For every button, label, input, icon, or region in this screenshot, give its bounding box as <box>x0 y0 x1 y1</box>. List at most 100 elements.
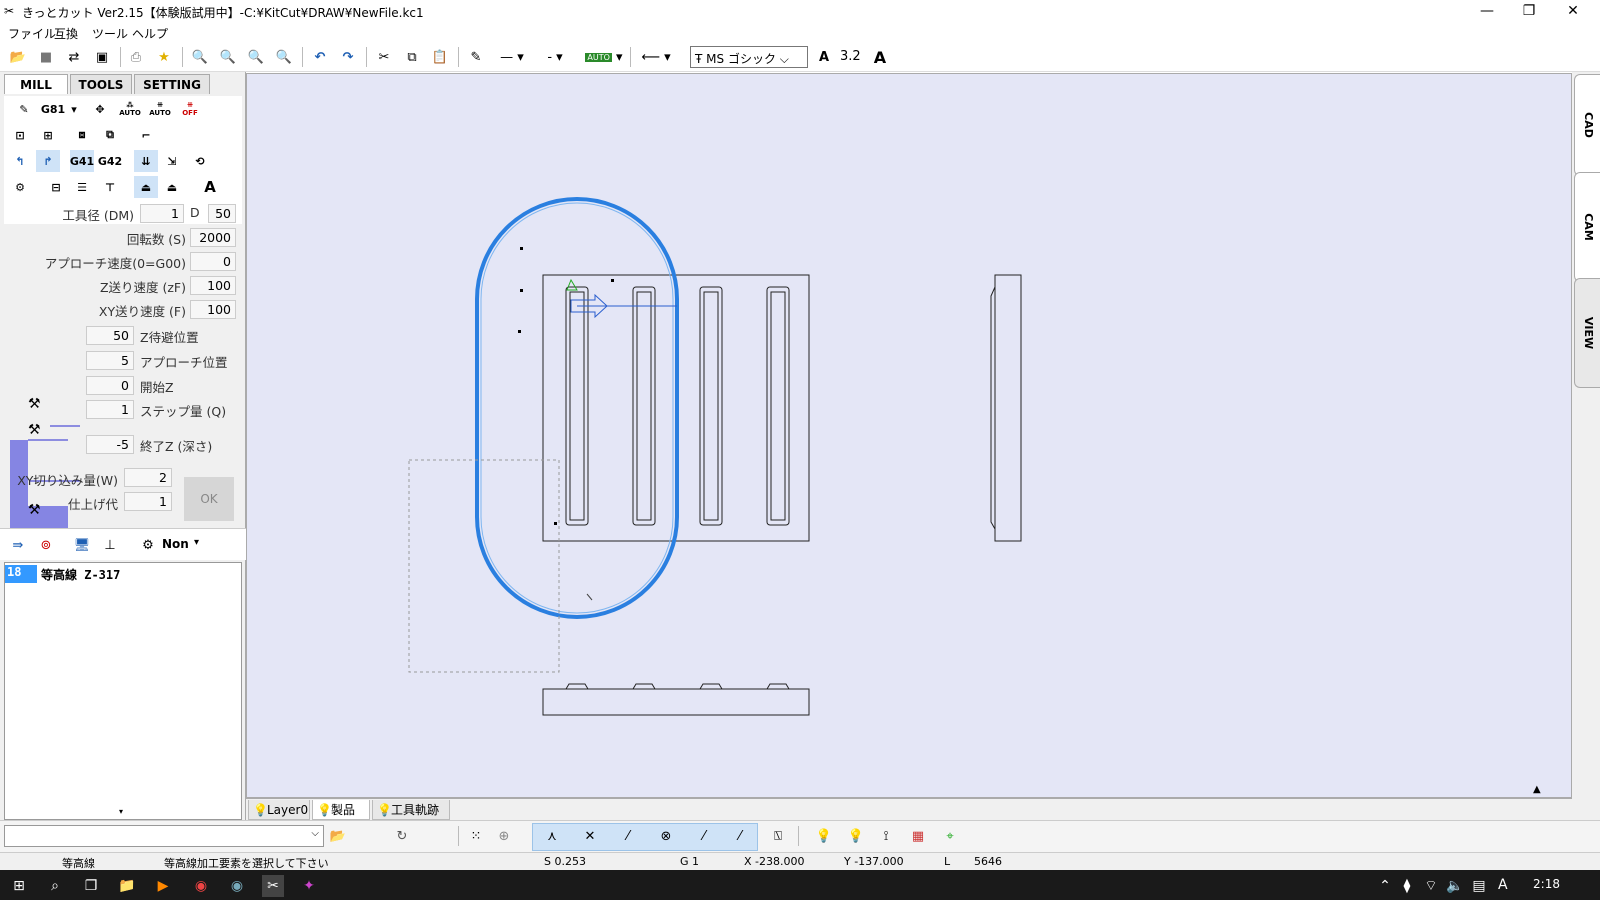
color-palette-icon[interactable]: ▦ <box>908 826 928 846</box>
auto-drill-icon[interactable]: ⁂ AUTO <box>118 98 142 120</box>
line-width-icon[interactable]: - ▾ <box>540 47 570 67</box>
g41-button[interactable]: G41 <box>70 150 94 172</box>
layer-tab-layer0[interactable]: 💡 Layer0 <box>248 800 310 820</box>
measure-icon[interactable]: ⍂ <box>768 826 788 846</box>
undo-icon[interactable]: ↶ <box>310 47 330 67</box>
left-comp-icon[interactable]: ↰ <box>8 150 32 172</box>
auto-color-select[interactable]: AUTO ▾ <box>582 47 626 67</box>
drawing-canvas[interactable]: ▲ <box>246 73 1572 798</box>
z-helix-icon[interactable]: ⟲ <box>188 150 212 172</box>
wifi-icon[interactable]: ⌔ <box>1420 875 1442 897</box>
zoom-out-icon[interactable]: 🔍 <box>274 47 294 67</box>
machine-icon[interactable]: ⚙ <box>138 535 158 555</box>
bell-cut2-icon[interactable]: ⏏ <box>160 176 184 198</box>
scroll-up-icon[interactable]: ▲ <box>1533 784 1541 795</box>
volume-icon[interactable]: 🔈 <box>1444 875 1466 897</box>
center-snap-icon[interactable]: ⊕ <box>494 826 514 846</box>
chevron-down-icon[interactable]: ▾ <box>68 98 80 120</box>
chevron-down-icon[interactable]: ▾ <box>194 537 199 548</box>
search-icon[interactable]: ⌕ <box>44 875 66 897</box>
tray-chevron-icon[interactable]: ⌃ <box>1374 875 1396 897</box>
zoom-in-icon[interactable]: 🔍 <box>246 47 266 67</box>
task-view-icon[interactable]: ❐ <box>80 875 102 897</box>
font-select[interactable]: Ŧ MS ゴシック ⌵ <box>690 46 808 68</box>
app-icon[interactable]: ◉ <box>226 875 248 897</box>
text-size-value[interactable]: 3.2 <box>840 49 861 64</box>
approach-pos-field[interactable]: 5 <box>86 351 134 370</box>
zoom-fit-icon[interactable]: 🔍 <box>218 47 238 67</box>
g81-drill-select[interactable]: G81 <box>38 98 68 120</box>
xy-feed-field[interactable]: 100 <box>190 300 236 319</box>
z-down-icon[interactable]: ⇊ <box>134 150 158 172</box>
import-icon[interactable]: ▣ <box>92 47 112 67</box>
face-icon[interactable]: ⊤ <box>98 176 122 198</box>
scroll-down-icon[interactable]: ▾ <box>119 807 123 816</box>
d-field[interactable]: 50 <box>208 204 236 223</box>
z-feed-field[interactable]: 100 <box>190 276 236 295</box>
monitor-icon[interactable]: 🖥 <box>72 535 92 555</box>
print-icon[interactable]: ⎙ <box>126 47 146 67</box>
bell-cut-icon[interactable]: ⏏ <box>134 176 158 198</box>
endpoint-snap-icon[interactable]: ⋏ <box>542 826 562 846</box>
app2-icon[interactable]: ✦ <box>298 875 320 897</box>
layer-select-icon[interactable]: ⟟ <box>876 826 896 846</box>
layer-bulb-icon[interactable]: 💡 <box>814 826 834 846</box>
notification-icon[interactable]: ▤ <box>1468 875 1490 897</box>
xy-cut-field[interactable]: 2 <box>124 468 172 487</box>
outline-outer-icon[interactable]: ⊡ <box>8 124 32 146</box>
step-field[interactable]: 1 <box>86 400 134 419</box>
paste-icon[interactable]: 📋 <box>430 47 450 67</box>
right-comp-icon[interactable]: ↱ <box>36 150 60 172</box>
kitcut-taskbar-icon[interactable]: ✂ <box>262 875 284 897</box>
tool-dia-field[interactable]: 1 <box>140 204 184 223</box>
outline-inner-icon[interactable]: ⊞ <box>36 124 60 146</box>
windows-start-icon[interactable]: ⊞ <box>8 875 30 897</box>
z-safe-field[interactable]: 50 <box>86 326 134 345</box>
target-icon[interactable]: ⊚ <box>36 535 56 555</box>
line-style-icon[interactable]: — ▾ <box>494 47 530 67</box>
perp-snap-icon[interactable]: ⁄ <box>730 826 750 846</box>
text-engrave-icon[interactable]: A <box>198 176 222 198</box>
cut-icon[interactable]: ✂ <box>374 47 394 67</box>
rpm-field[interactable]: 2000 <box>190 228 236 247</box>
refresh-icon[interactable]: ↻ <box>392 826 412 846</box>
save-icon[interactable]: ■ <box>36 47 56 67</box>
layer-multi-icon[interactable]: 💡 <box>846 826 866 846</box>
axis-icon[interactable]: ⊥ <box>100 535 120 555</box>
close-button[interactable]: ✕ <box>1552 0 1594 24</box>
tool-setting-icon[interactable]: ⚙ <box>8 176 32 198</box>
output-icon[interactable]: ⇛ <box>8 535 28 555</box>
tab-mill[interactable]: MILL <box>4 74 68 94</box>
center-point-snap-icon[interactable]: ⊗ <box>656 826 676 846</box>
open-icon[interactable]: 📂 <box>8 47 28 67</box>
arrow-style-icon[interactable]: ⟵ ▾ <box>636 47 676 67</box>
menu-compat[interactable]: 互換 <box>54 25 78 42</box>
intersection-snap-icon[interactable]: ✕ <box>580 826 600 846</box>
drill-point-icon[interactable]: ✥ <box>88 98 112 120</box>
tab-tools[interactable]: TOOLS <box>70 74 132 94</box>
copy-icon[interactable]: ⧉ <box>402 47 422 67</box>
media-icon[interactable]: ▶ <box>152 875 174 897</box>
file-explorer-icon[interactable]: 📁 <box>116 875 138 897</box>
endmill-icon[interactable]: ✎ <box>12 98 36 120</box>
midpoint-snap-icon[interactable]: ⁄ <box>618 826 638 846</box>
approach-speed-field[interactable]: 0 <box>190 252 236 271</box>
layer-tab-toolpath[interactable]: 💡 工具軌跡 <box>372 800 450 820</box>
grid-snap-icon[interactable]: ⁙ <box>466 826 486 846</box>
ime-indicator[interactable]: A <box>1498 877 1508 893</box>
star-icon[interactable]: ★ <box>154 47 174 67</box>
pen-icon[interactable]: ✎ <box>466 47 486 67</box>
g42-offset-icon[interactable]: ⧉ <box>98 124 122 146</box>
tab-view[interactable]: VIEW <box>1574 278 1600 388</box>
clock[interactable]: 2:18 <box>1533 877 1560 891</box>
z-ramp-icon[interactable]: ⇲ <box>160 150 184 172</box>
command-input[interactable]: ⌵ <box>4 825 324 847</box>
layer-tab-product[interactable]: 💡 製品 <box>312 800 370 820</box>
restore-button[interactable]: ❐ <box>1508 0 1550 24</box>
g42-button[interactable]: G42 <box>98 150 122 172</box>
menu-help[interactable]: ヘルプ <box>132 25 168 42</box>
pointer-icon[interactable]: ⌖ <box>940 826 960 846</box>
menu-tools[interactable]: ツール <box>92 25 128 42</box>
g41-offset-icon[interactable]: ⧈ <box>70 124 94 146</box>
tab-cad[interactable]: CAD <box>1574 74 1600 176</box>
